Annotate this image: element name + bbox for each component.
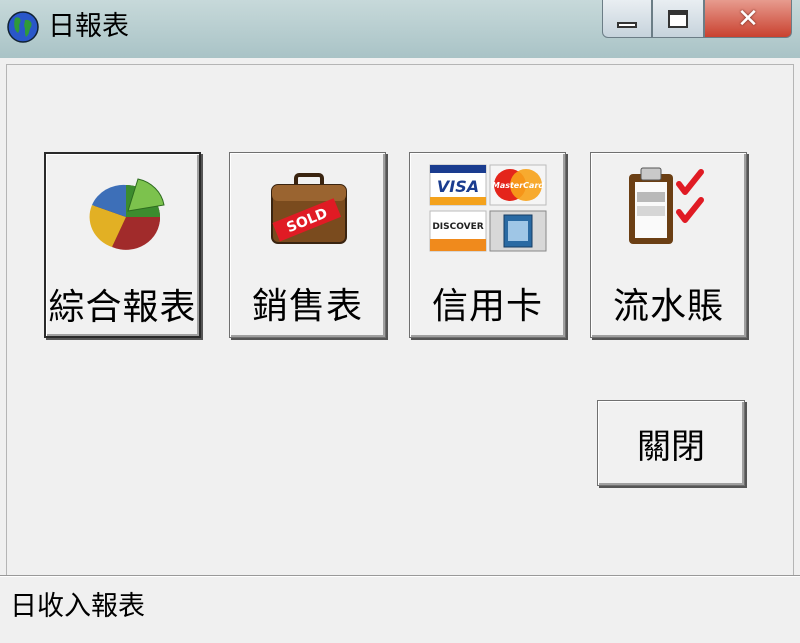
status-text: 日收入報表 — [10, 591, 145, 622]
journal-button[interactable]: 流水賬 — [590, 152, 747, 338]
sold-briefcase-icon: SOLD — [266, 161, 352, 257]
credit-cards-icon: VISA MasterCard DISCOVER — [428, 161, 548, 257]
close-button[interactable]: 關閉 — [597, 400, 745, 486]
close-icon: ✕ — [737, 3, 759, 34]
pie-chart-icon — [82, 162, 168, 258]
discover-text: DISCOVER — [432, 222, 483, 232]
title-bar[interactable]: 日報表 ✕ — [0, 0, 800, 58]
maximize-button[interactable] — [652, 0, 704, 38]
mastercard-text: MasterCard — [492, 181, 545, 190]
clipboard-checklist-icon — [621, 161, 717, 257]
report-window: 日報表 ✕ 綜合報表 SOLD 銷售表 VISA MasterCard DISC… — [0, 0, 800, 643]
credit-card-button[interactable]: VISA MasterCard DISCOVER 信用卡 — [409, 152, 566, 338]
close-button-label: 關閉 — [637, 426, 705, 467]
maximize-icon — [668, 9, 688, 28]
globe-icon — [6, 10, 40, 44]
sales-report-label: 銷售表 — [251, 286, 363, 327]
window-title: 日報表 — [48, 11, 129, 42]
close-window-button[interactable]: ✕ — [704, 0, 792, 38]
minimize-button[interactable] — [602, 0, 652, 38]
summary-report-button[interactable]: 綜合報表 — [44, 152, 201, 338]
visa-text: VISA — [437, 177, 479, 196]
client-area — [6, 64, 794, 636]
summary-report-label: 綜合報表 — [48, 287, 197, 328]
sales-report-button[interactable]: SOLD 銷售表 — [229, 152, 386, 338]
credit-card-label: 信用卡 — [431, 286, 543, 327]
journal-label: 流水賬 — [612, 286, 724, 327]
status-bar: 日收入報表 — [0, 575, 800, 643]
minimize-icon — [617, 21, 637, 28]
